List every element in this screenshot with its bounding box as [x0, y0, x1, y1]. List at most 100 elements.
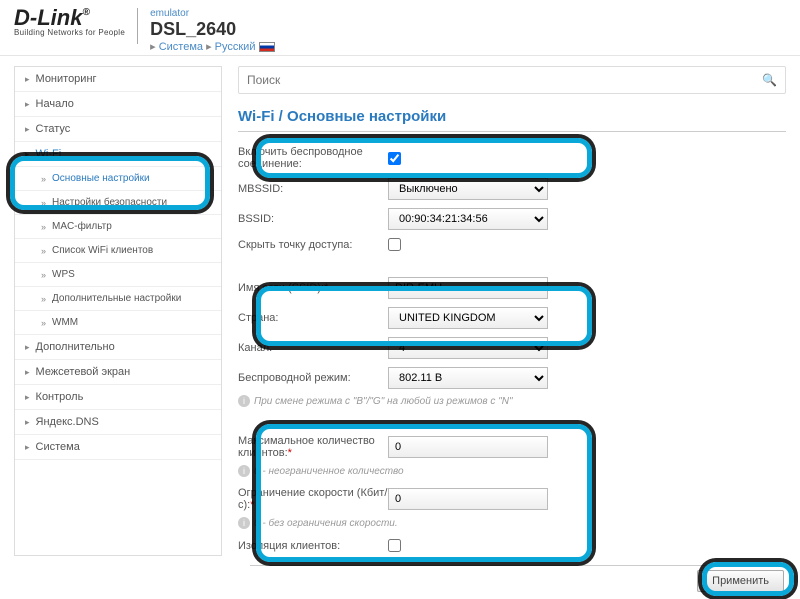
sidebar-item-label: Дополнительно	[36, 341, 115, 353]
chevron-icon: ▸	[25, 124, 30, 135]
breadcrumb-system[interactable]: Система	[159, 41, 203, 53]
sidebar-sub-wmm[interactable]: » WMM	[15, 311, 221, 335]
search-bar[interactable]: 🔍	[238, 66, 786, 94]
mode-hint: При смене режима с "B"/"G" на любой из р…	[254, 396, 513, 407]
chevron-icon: »	[41, 318, 46, 328]
sidebar-item-label: Система	[36, 441, 80, 453]
chevron-icon: ▸	[25, 367, 30, 378]
hide-ap-checkbox[interactable]	[388, 238, 401, 251]
row-mbssid: MBSSID: Выключено	[238, 174, 786, 204]
main-content: 🔍 Wi-Fi / Основные настройки Включить бе…	[238, 66, 786, 556]
enable-checkbox[interactable]	[388, 152, 401, 165]
sidebar-item-label: MAC-фильтр	[52, 221, 112, 232]
mode-label: Беспроводной режим:	[238, 372, 388, 384]
ssid-label: Имя сети (SSID):*	[238, 282, 388, 294]
chevron-icon: »	[41, 222, 46, 232]
chevron-icon: ▸	[25, 74, 30, 85]
sidebar-item-label: Начало	[36, 98, 74, 110]
mbssid-label: MBSSID:	[238, 183, 388, 195]
mbssid-select[interactable]: Выключено	[388, 178, 548, 200]
emulator-label: emulator	[150, 8, 274, 19]
row-country: Страна: UNITED KINGDOM	[238, 303, 786, 333]
chevron-icon: ▸	[206, 41, 215, 53]
sidebar-sub-wps[interactable]: » WPS	[15, 263, 221, 287]
logo: D-Link® Building Networks for People	[14, 8, 125, 37]
ssid-input[interactable]	[388, 277, 548, 299]
chevron-icon: ▸	[25, 99, 30, 110]
sidebar-item-label: Список WiFi клиентов	[52, 245, 153, 256]
sidebar-sub-clients[interactable]: » Список WiFi клиентов	[15, 239, 221, 263]
sidebar-item-yandexdns[interactable]: ▸Яндекс.DNS	[15, 410, 221, 435]
sidebar-item-label: Основные настройки	[52, 173, 150, 184]
mode-hint-row: i При смене режима с "B"/"G" на любой из…	[238, 393, 786, 413]
divider	[137, 8, 138, 44]
sidebar-item-label: WMM	[52, 317, 78, 328]
row-maxclients: Максимальное количество клиентов:*	[238, 431, 786, 463]
logo-block: D-Link® Building Networks for People emu…	[14, 8, 275, 53]
sidebar-item-start[interactable]: ▸ Начало	[15, 92, 221, 117]
sidebar-sub-macfilter[interactable]: » MAC-фильтр	[15, 215, 221, 239]
maxclients-hint: 0 - неограниченное количество	[254, 466, 404, 477]
search-input[interactable]	[247, 73, 762, 87]
sidebar-item-system[interactable]: ▸ Система	[15, 435, 221, 460]
maxclients-hint-row: i 0 - неограниченное количество	[238, 463, 786, 483]
search-icon[interactable]: 🔍	[762, 73, 777, 87]
apply-button[interactable]: Применить	[697, 570, 784, 592]
logo-tagline: Building Networks for People	[14, 28, 125, 37]
model-name: DSL_2640	[150, 19, 274, 40]
maxclients-input[interactable]	[388, 436, 548, 458]
breadcrumb-lang[interactable]: Русский	[215, 41, 256, 53]
chevron-icon: »	[41, 270, 46, 280]
speedlimit-hint: 0 - без ограничения скорости.	[254, 518, 398, 529]
row-enable: Включить беспроводное соединение:	[238, 142, 786, 174]
footer-bar: Применить	[250, 565, 786, 595]
sidebar-item-control[interactable]: ▸Контроль	[15, 385, 221, 410]
sidebar-item-label: Статус	[36, 123, 71, 135]
enable-label: Включить беспроводное соединение:	[238, 146, 388, 170]
row-isolation: Изоляция клиентов:	[238, 535, 786, 556]
info-icon: i	[238, 465, 250, 477]
channel-label: Канал:	[238, 342, 388, 354]
sidebar-sub-security[interactable]: »Настройки безопасности	[15, 191, 221, 215]
sidebar-item-wifi[interactable]: ▸Wi-Fi	[15, 142, 221, 167]
chevron-icon: ▸	[150, 41, 159, 53]
sidebar-item-firewall[interactable]: ▸Межсетевой экран	[15, 360, 221, 385]
isolation-label: Изоляция клиентов:	[238, 540, 388, 552]
channel-select[interactable]: 4	[388, 337, 548, 359]
chevron-icon: ▸	[25, 149, 30, 160]
sidebar-item-status[interactable]: ▸ Статус	[15, 117, 221, 142]
bssid-select[interactable]: 00:90:34:21:34:56	[388, 208, 548, 230]
speedlimit-hint-row: i 0 - без ограничения скорости.	[238, 515, 786, 535]
sidebar-sub-advanced[interactable]: »Дополнительные настройки	[15, 287, 221, 311]
model-block: emulator DSL_2640 ▸ Система ▸ Русский	[150, 8, 274, 53]
country-label: Страна:	[238, 312, 388, 324]
page-title: Wi-Fi / Основные настройки	[238, 108, 786, 132]
sidebar-item-label: Контроль	[36, 391, 84, 403]
info-icon: i	[238, 517, 250, 529]
sidebar-item-label: Яндекс.DNS	[36, 416, 99, 428]
sidebar-item-label: Мониторинг	[36, 73, 97, 85]
sidebar-item-label: Дополнительные настройки	[52, 293, 181, 304]
sidebar-sub-basic[interactable]: » Основные настройки	[15, 167, 221, 191]
sidebar-item-monitoring[interactable]: ▸ Мониторинг	[15, 67, 221, 92]
country-select[interactable]: UNITED KINGDOM	[388, 307, 548, 329]
bssid-label: BSSID:	[238, 213, 388, 225]
mode-select[interactable]: 802.11 B	[388, 367, 548, 389]
chevron-icon: »	[41, 174, 46, 184]
row-speedlimit: Ограничение скорости (Кбит/с):*	[238, 483, 786, 515]
chevron-icon: ▸	[25, 442, 30, 453]
maxclients-label: Максимальное количество клиентов:*	[238, 435, 388, 459]
hide-ap-label: Скрыть точку доступа:	[238, 239, 388, 251]
info-icon: i	[238, 395, 250, 407]
row-bssid: BSSID: 00:90:34:21:34:56	[238, 204, 786, 234]
row-channel: Канал: 4	[238, 333, 786, 363]
chevron-icon: »	[41, 198, 46, 208]
sidebar-item-additional[interactable]: ▸Дополнительно	[15, 335, 221, 360]
speedlimit-input[interactable]	[388, 488, 548, 510]
chevron-icon: »	[41, 246, 46, 256]
sidebar: ▸ Мониторинг ▸ Начало ▸ Статус ▸Wi-Fi » Осно…	[14, 66, 222, 556]
isolation-checkbox[interactable]	[388, 539, 401, 552]
flag-icon	[259, 42, 275, 52]
sidebar-item-label: WPS	[52, 269, 75, 280]
logo-brand: D-Link®	[14, 8, 125, 28]
